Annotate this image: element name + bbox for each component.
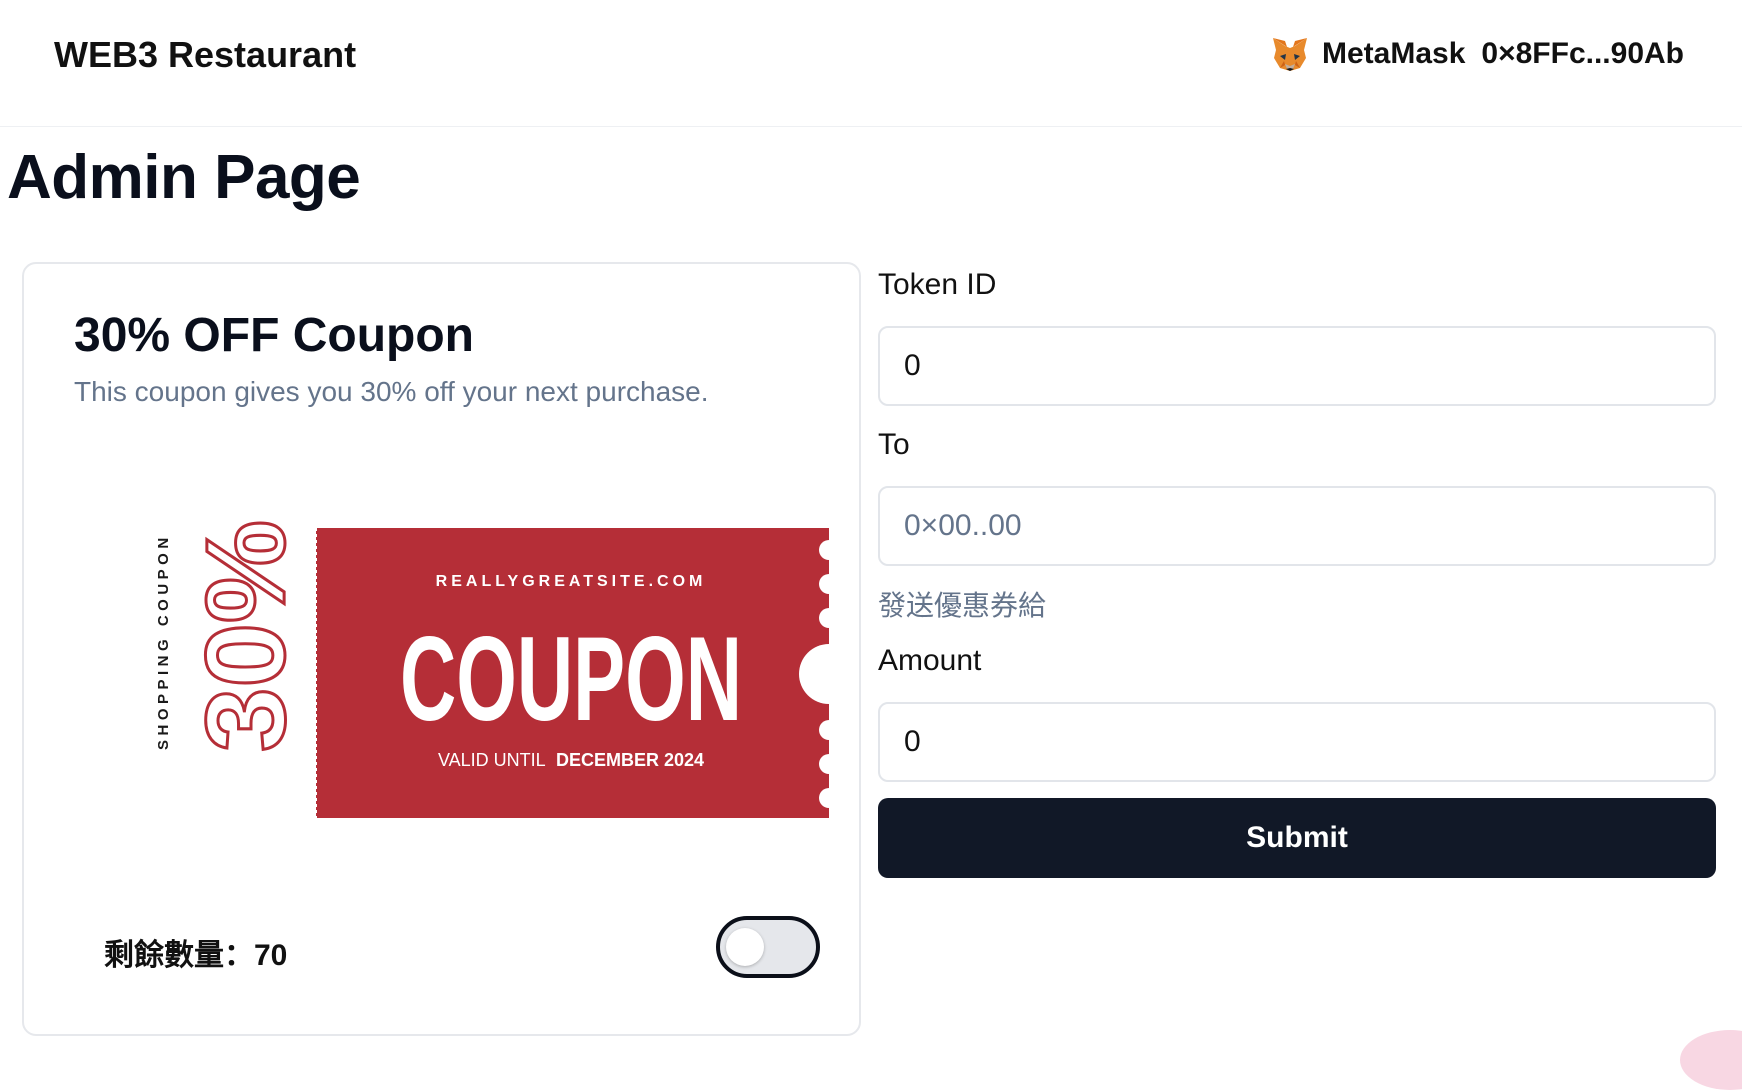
coupon-valid-date: DECEMBER 2024 (556, 750, 704, 770)
coupon-valid-line: VALID UNTIL DECEMBER 2024 (438, 750, 704, 770)
floating-corner-widget[interactable] (1680, 1030, 1742, 1090)
metamask-fox-icon (1273, 38, 1307, 71)
to-helper-text: 發送優惠券給 (878, 590, 1047, 621)
wallet-name: MetaMask (1322, 37, 1466, 70)
token-id-label: Token ID (878, 268, 997, 301)
coupon-percent-text: 30% (183, 520, 308, 752)
top-navbar: WEB3 Restaurant MetaMask 0×8FFc...90Ab (0, 0, 1742, 127)
coupon-side-text: SHOPPING COUPON (155, 533, 172, 750)
to-label: To (878, 428, 910, 461)
coupon-headline-text: COUPON (400, 612, 742, 746)
coupon-valid-prefix: VALID UNTIL (438, 750, 546, 770)
submit-button[interactable]: Submit (878, 798, 1716, 878)
toggle-knob[interactable] (726, 928, 764, 966)
page-title: Admin Page (7, 143, 361, 212)
remaining-quantity: 剩餘數量：70 (104, 939, 288, 972)
coupon-image: SHOPPING COUPON 30% REALLYGREATSITE.COM … (155, 519, 834, 818)
coupon-title: 30% OFF Coupon (74, 309, 474, 362)
wallet-address: 0×8FFc...90Ab (1481, 37, 1684, 70)
amount-label: Amount (878, 644, 982, 677)
coupon-site-text: REALLYGREATSITE.COM (436, 573, 707, 590)
amount-input[interactable] (878, 702, 1716, 782)
coupon-description: This coupon gives you 30% off your next … (74, 376, 709, 407)
token-id-input[interactable] (878, 326, 1716, 406)
to-address-input[interactable] (878, 486, 1716, 566)
wallet-connect-button[interactable]: MetaMask 0×8FFc...90Ab (1270, 32, 1684, 76)
coupon-card: 30% OFF Coupon This coupon gives you 30%… (22, 262, 861, 1036)
coupon-active-toggle[interactable] (716, 916, 820, 978)
brand-title[interactable]: WEB3 Restaurant (54, 34, 356, 76)
